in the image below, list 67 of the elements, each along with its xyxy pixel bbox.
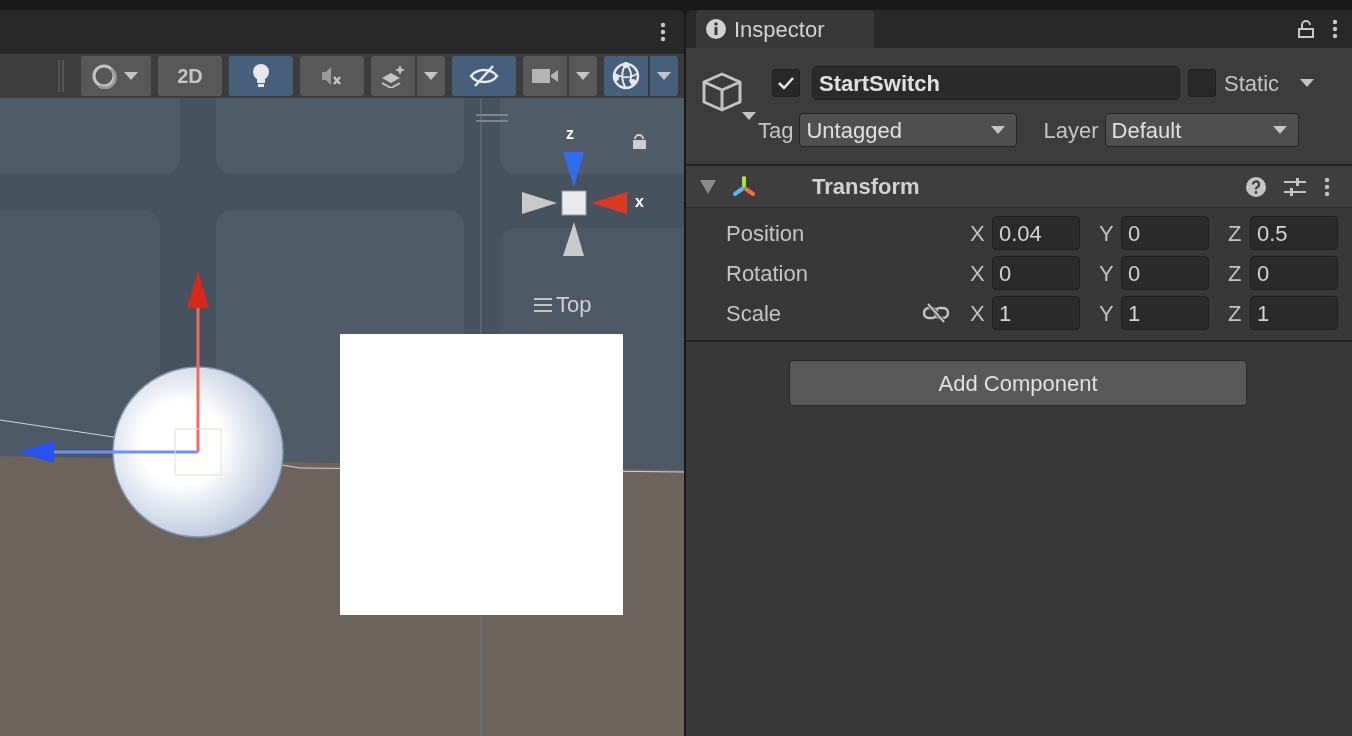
number-field[interactable]: 1	[1250, 296, 1338, 330]
caret-icon	[1271, 125, 1288, 135]
axis-label: Z	[1228, 219, 1243, 248]
scene-toolbar-button[interactable]	[452, 56, 516, 96]
axis-label: X	[970, 259, 986, 288]
layers-sparkle-icon	[380, 64, 406, 88]
static-label: Static	[1224, 69, 1280, 98]
axis-label: Y	[1099, 299, 1115, 328]
mode-toggle-button[interactable]: 2D	[158, 56, 222, 96]
more-options-icon[interactable]	[1324, 176, 1330, 197]
toolbar-grip[interactable]	[58, 60, 64, 92]
number-field[interactable]: 1	[1121, 296, 1209, 330]
axis-label: X	[970, 219, 986, 248]
axis-label: Y	[1099, 259, 1115, 288]
number-field[interactable]: 0	[1250, 256, 1338, 290]
lock-icon[interactable]	[1298, 20, 1314, 38]
video-camera-icon	[531, 67, 559, 85]
number-field[interactable]: 0	[992, 256, 1080, 290]
menu-icon	[534, 298, 552, 312]
layer-label: Layer	[1043, 116, 1099, 145]
more-options-icon[interactable]	[1332, 19, 1338, 39]
caret-icon	[990, 125, 1007, 135]
axis-label: Z	[1228, 259, 1243, 288]
scene-toolbar-button[interactable]	[371, 56, 445, 96]
number-field[interactable]: 0	[1121, 256, 1209, 290]
axis-label: z	[566, 124, 574, 144]
axis-label: Y	[1099, 219, 1115, 248]
property-label: Position	[726, 219, 806, 248]
scene-toolbar-button[interactable]	[81, 56, 151, 96]
inspector-tab[interactable]: Inspector	[696, 10, 874, 48]
scene-toolbar-button[interactable]	[229, 56, 293, 96]
property-label: Rotation	[726, 259, 809, 288]
orientation-gizmo[interactable]	[522, 152, 627, 256]
add-component-button[interactable]: Add Component	[789, 360, 1247, 406]
caret-icon[interactable]	[1299, 78, 1316, 88]
layer-dropdown[interactable]: Default	[1104, 113, 1299, 147]
scene-toolbar-button[interactable]	[523, 56, 597, 96]
view-mode-button[interactable]: Top	[534, 292, 592, 318]
number-field[interactable]: 0.5	[1250, 216, 1338, 250]
static-checkbox[interactable]	[1188, 69, 1216, 97]
broken-link-icon[interactable]	[922, 302, 950, 324]
object-name-field[interactable]: StartSwitch	[812, 66, 1180, 100]
component-title: Transform	[812, 173, 920, 201]
hidden-eye-icon	[469, 64, 499, 88]
light-bulb-icon	[252, 64, 270, 88]
number-field[interactable]: 0.04	[992, 216, 1080, 250]
tag-label: Tag	[758, 116, 794, 145]
more-options-icon[interactable]	[660, 22, 666, 42]
sphere-icon	[91, 63, 117, 89]
globe-icon	[611, 61, 641, 91]
number-field[interactable]: 1	[992, 296, 1080, 330]
info-icon	[706, 19, 726, 39]
number-field[interactable]: 0	[1121, 216, 1209, 250]
axis-label: x	[635, 192, 644, 212]
lock-icon[interactable]	[633, 134, 646, 149]
checkmark-icon	[777, 76, 795, 90]
resize-handle-icon[interactable]	[475, 114, 509, 122]
property-label: Scale	[726, 299, 783, 328]
settings-sliders-icon[interactable]	[1284, 176, 1306, 197]
transform-axes-icon	[730, 174, 758, 199]
tag-dropdown[interactable]: Untagged	[799, 113, 1018, 147]
scene-toolbar-button[interactable]	[604, 56, 678, 96]
active-checkbox[interactable]	[772, 69, 800, 97]
axis-label: X	[970, 299, 986, 328]
help-icon[interactable]	[1246, 176, 1266, 197]
axis-label: Z	[1228, 299, 1243, 328]
muted-speaker-icon	[320, 65, 344, 87]
